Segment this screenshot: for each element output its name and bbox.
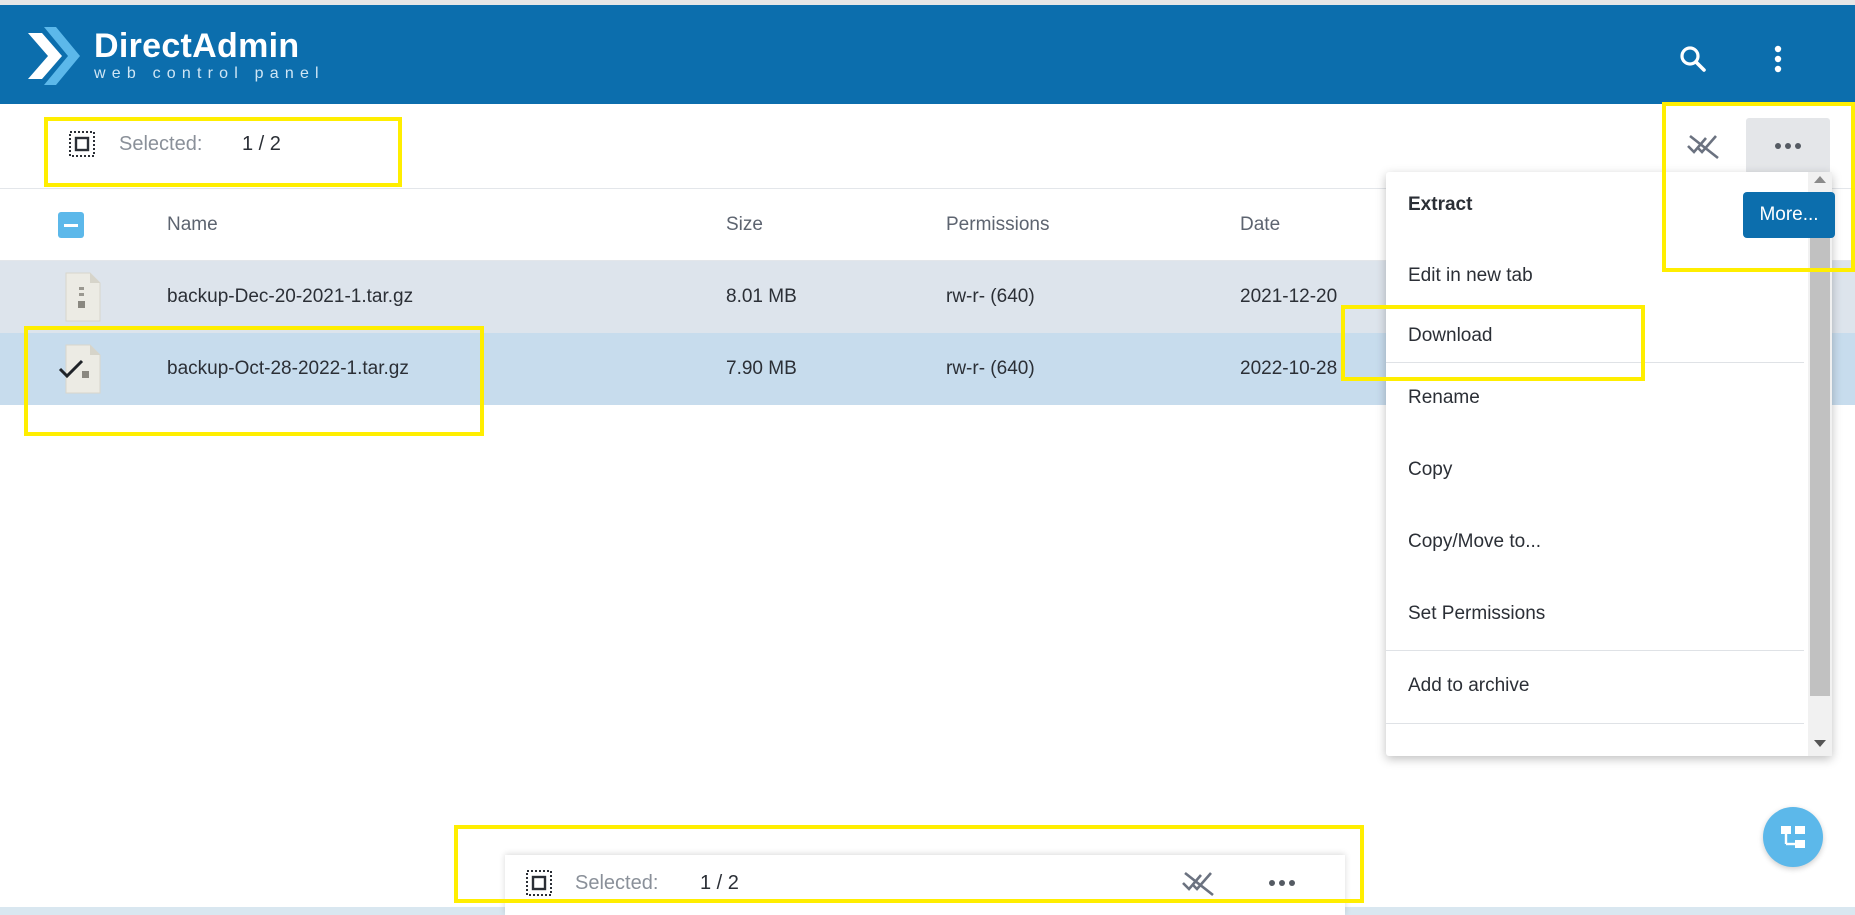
menu-divider <box>1386 650 1804 651</box>
header-menu-button[interactable] <box>1760 41 1796 77</box>
menu-item-download[interactable]: Download <box>1386 324 1804 348</box>
menu-item-copy-move[interactable]: Copy/Move to... <box>1386 530 1804 554</box>
tree-view-button[interactable] <box>1763 807 1823 867</box>
bottom-deselect-button[interactable] <box>1179 865 1219 901</box>
bottom-selection-bar: Selected: 1 / 2 <box>505 855 1345 915</box>
file-size: 7.90 MB <box>726 358 797 379</box>
search-icon <box>1680 46 1706 72</box>
deselect-button[interactable] <box>1684 126 1724 166</box>
menu-item-set-permissions[interactable]: Set Permissions <box>1386 602 1804 626</box>
file-name[interactable]: backup-Dec-20-2021-1.tar.gz <box>167 285 413 309</box>
menu-divider <box>1386 723 1804 724</box>
file-date: 2022-10-28 <box>1240 358 1338 379</box>
logo[interactable]: DirectAdmin web control panel <box>28 27 325 85</box>
more-horizontal-icon <box>1269 880 1295 886</box>
logo-text: DirectAdmin web control panel <box>94 29 325 83</box>
logo-title: DirectAdmin <box>94 27 300 65</box>
more-vertical-icon <box>1774 45 1782 73</box>
logo-subtitle: web control panel <box>94 65 325 82</box>
select-all-icon[interactable] <box>525 869 553 897</box>
bottom-selected-label: Selected: <box>575 872 659 894</box>
archive-file-icon <box>65 272 101 322</box>
top-header: DirectAdmin web control panel <box>0 0 1855 104</box>
scroll-down-arrow-icon[interactable] <box>1814 740 1826 747</box>
file-permissions: rw-r- (640) <box>946 358 1035 379</box>
file-name[interactable]: backup-Oct-28-2022-1.tar.gz <box>167 357 409 381</box>
menu-divider <box>1386 362 1804 363</box>
column-header-permissions[interactable]: Permissions <box>946 213 1049 237</box>
sitemap-icon <box>1781 826 1805 848</box>
more-button[interactable]: More... <box>1743 192 1835 238</box>
select-all-checkbox[interactable] <box>58 212 84 238</box>
file-manager-screen: DirectAdmin web control panel Selected: … <box>0 0 1855 915</box>
header-search-button[interactable] <box>1675 41 1711 77</box>
more-horizontal-icon <box>1775 143 1801 149</box>
menu-item-copy[interactable]: Copy <box>1386 458 1804 482</box>
indeterminate-icon <box>64 223 78 227</box>
select-all-icon[interactable] <box>68 130 96 158</box>
column-header-size[interactable]: Size <box>726 213 763 237</box>
menu-item-extract[interactable]: Extract <box>1386 193 1804 217</box>
file-permissions: rw-r- (640) <box>946 286 1035 307</box>
column-header-date[interactable]: Date <box>1240 213 1280 237</box>
column-header-name[interactable]: Name <box>167 213 218 237</box>
deselect-all-icon <box>1182 871 1214 897</box>
checkmark-icon[interactable] <box>58 359 84 379</box>
deselect-all-icon <box>1687 134 1719 160</box>
more-actions-button[interactable] <box>1746 118 1830 174</box>
menu-item-edit-in-new-tab[interactable]: Edit in new tab <box>1386 264 1804 288</box>
selected-count: 1 / 2 <box>242 133 281 155</box>
context-menu: Extract Edit in new tab Download Rename … <box>1386 172 1832 756</box>
scroll-up-arrow-icon[interactable] <box>1814 176 1826 183</box>
bottom-selected-count: 1 / 2 <box>700 872 739 894</box>
bottom-more-button[interactable] <box>1262 865 1302 901</box>
file-size: 8.01 MB <box>726 286 797 307</box>
directadmin-logo-icon <box>28 27 80 85</box>
selected-label: Selected: <box>119 133 203 155</box>
menu-scrollbar-thumb[interactable] <box>1810 236 1830 696</box>
menu-item-add-to-archive[interactable]: Add to archive <box>1386 674 1804 698</box>
file-date: 2021-12-20 <box>1240 286 1338 307</box>
menu-item-rename[interactable]: Rename <box>1386 386 1804 410</box>
